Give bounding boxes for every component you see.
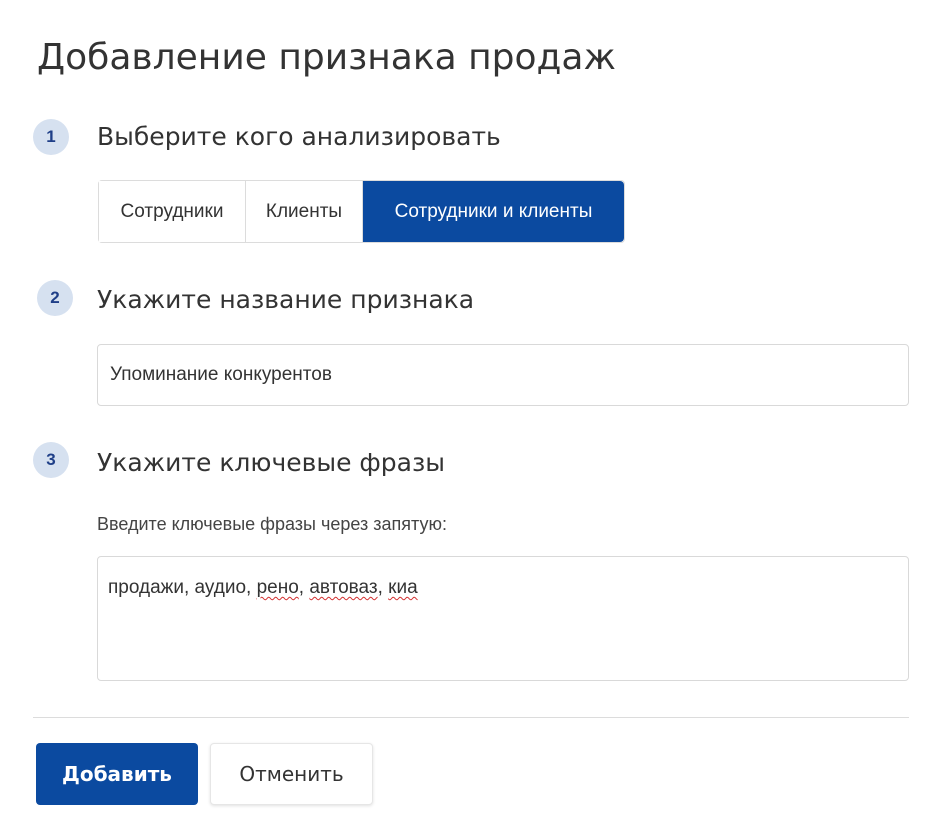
phrase-text: , bbox=[298, 577, 310, 598]
phrases-hint: Введите ключевые фразы через запятую: bbox=[97, 514, 447, 534]
option-employees-and-clients[interactable]: Сотрудники и клиенты bbox=[363, 181, 624, 242]
step-2-title: Укажите название признака bbox=[97, 285, 475, 314]
phrase-text: продажи, аудио, bbox=[108, 577, 257, 598]
step-1-title: Выберите кого анализировать bbox=[97, 122, 501, 151]
audience-selector: Сотрудники Клиенты Сотрудники и клиенты bbox=[98, 180, 625, 243]
phrase-misspelled: автоваз bbox=[309, 577, 378, 598]
feature-name-input[interactable]: Упоминание конкурентов bbox=[97, 344, 909, 406]
page-title: Добавление признака продаж bbox=[37, 37, 616, 78]
feature-name-value: Упоминание конкурентов bbox=[110, 364, 332, 385]
option-clients[interactable]: Клиенты bbox=[246, 181, 363, 242]
phrase-misspelled: киа bbox=[388, 577, 418, 598]
cancel-button[interactable]: Отменить bbox=[210, 743, 373, 805]
key-phrases-textarea[interactable]: продажи, аудио, рено, автоваз, киа bbox=[97, 556, 909, 681]
footer-divider bbox=[33, 717, 909, 718]
step-1-badge: 1 bbox=[33, 119, 69, 155]
option-employees[interactable]: Сотрудники bbox=[99, 181, 246, 242]
phrase-misspelled: рено bbox=[256, 577, 299, 598]
add-button[interactable]: Добавить bbox=[36, 743, 198, 805]
phrase-text: , bbox=[377, 577, 389, 598]
step-3-badge: 3 bbox=[33, 442, 69, 478]
step-3-title: Укажите ключевые фразы bbox=[97, 448, 445, 477]
step-2-badge: 2 bbox=[37, 280, 73, 316]
